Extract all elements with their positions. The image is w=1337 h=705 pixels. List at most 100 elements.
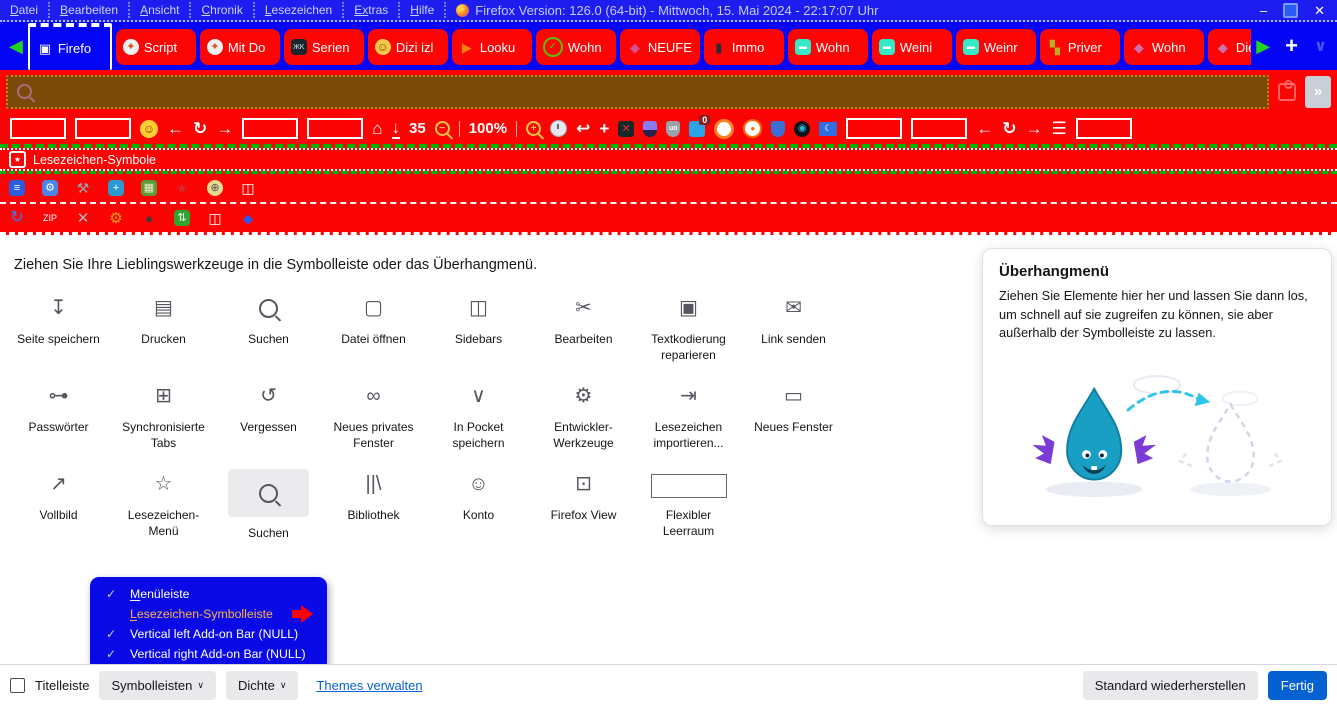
tool-print[interactable]: ▤Drucken xyxy=(111,293,216,363)
menu-hilfe[interactable]: Hilfe xyxy=(400,2,446,18)
tool-edit[interactable]: ✂Bearbeiten xyxy=(531,293,636,363)
duckduckgo-icon[interactable]: ● xyxy=(743,119,762,138)
tool-pocket[interactable]: ∨In Pocket speichern xyxy=(426,381,531,451)
menu-ansicht[interactable]: Ansicht xyxy=(130,2,191,18)
sidebar-icon[interactable]: ◫ xyxy=(207,210,223,226)
counter-badge-icon[interactable]: 0 xyxy=(689,121,705,137)
toolbar-input[interactable] xyxy=(10,118,66,139)
tool-new-window[interactable]: ▭Neues Fenster xyxy=(741,381,846,451)
tab-serien[interactable]: ЖKSerien xyxy=(284,29,364,65)
gem-icon[interactable]: ◆ xyxy=(240,210,256,226)
tool-email-link[interactable]: ✉Link senden xyxy=(741,293,846,363)
tab-wohn[interactable]: ◆Wohn xyxy=(1124,29,1204,65)
tool-firefox-view[interactable]: ⊡Firefox View xyxy=(531,469,636,542)
privacy-shield-icon[interactable] xyxy=(643,121,657,137)
context-menu-item-lesezeichen-symbolleiste[interactable]: Lesezeichen-Symbolleiste xyxy=(90,604,327,624)
toolbar-input[interactable] xyxy=(242,118,298,139)
tool-save-page[interactable]: ↧Seite speichern xyxy=(6,293,111,363)
reload-icon[interactable]: ↻ xyxy=(1002,120,1016,137)
tool-forget[interactable]: ↺Vergessen xyxy=(216,381,321,451)
globe-icon[interactable]: ⊕ xyxy=(207,180,223,196)
tool-synced-tabs[interactable]: ⊞Synchronisierte Tabs xyxy=(111,381,216,451)
maximize-button[interactable] xyxy=(1283,3,1298,18)
home-icon[interactable]: ⌂ xyxy=(372,120,382,137)
density-dropdown[interactable]: Dichte∨ xyxy=(226,671,298,700)
toolbar-input[interactable] xyxy=(307,118,363,139)
new-tab-button[interactable]: + xyxy=(1275,33,1308,59)
gear-icon[interactable]: ⚙ xyxy=(108,210,124,226)
tab-wohn[interactable]: ✓Wohn xyxy=(536,29,616,65)
tool-import-bookmarks[interactable]: ⇥Lesezeichen importieren... xyxy=(636,381,741,451)
scroll-tabs-left-icon[interactable]: ◀ xyxy=(4,36,28,57)
minimize-button[interactable]: – xyxy=(1260,4,1267,17)
list-all-tabs-icon[interactable]: ∨ xyxy=(1308,36,1333,56)
ublock-origin-icon[interactable]: uo xyxy=(666,121,680,137)
menu-icon[interactable]: ☰ xyxy=(1052,120,1067,137)
tab-weinr[interactable]: ▬Weinr xyxy=(956,29,1036,65)
plus-icon[interactable]: + xyxy=(599,120,609,137)
tool-bookmarks-menu[interactable]: ☆Lesezeichen-Menü xyxy=(111,469,216,542)
manage-themes-link[interactable]: Themes verwalten xyxy=(316,678,422,693)
toolbars-dropdown[interactable]: Symbolleisten∨ xyxy=(99,671,216,700)
tab-priver[interactable]: ▚Priver xyxy=(1040,29,1120,65)
menu-bearbeiten[interactable]: Bearbeiten xyxy=(50,2,130,18)
tab-mit-do[interactable]: ✦Mit Do xyxy=(200,29,280,65)
reload-icon[interactable]: ↻ xyxy=(193,120,207,137)
crossed-tools-icon[interactable]: ✕ xyxy=(75,210,91,226)
tool-private-window[interactable]: ∞Neues privates Fenster xyxy=(321,381,426,451)
window-settings-icon[interactable]: ⚙ xyxy=(42,180,58,196)
menu-lesezeichen[interactable]: Lesezeichen xyxy=(255,2,344,18)
tab-script[interactable]: ✦Script xyxy=(116,29,196,65)
darkreader-icon[interactable]: ☾ xyxy=(819,122,837,136)
vpn-shield-icon[interactable] xyxy=(771,121,785,137)
package-icon[interactable]: ⇅ xyxy=(174,210,190,226)
orange-ring-icon[interactable] xyxy=(714,119,734,139)
tab-die-pe[interactable]: ◆Die pe xyxy=(1208,29,1251,65)
context-menu-item-vertical-right-add-on-bar-null-[interactable]: ✓Vertical right Add-on Bar (NULL) xyxy=(90,644,327,664)
tab-dizi-izl[interactable]: ☺Dizi izl xyxy=(368,29,448,65)
toolbar-input[interactable] xyxy=(911,118,967,139)
emoji-face-icon[interactable]: ☺ xyxy=(140,120,158,138)
scroll-tabs-right-icon[interactable]: ▶ xyxy=(1251,36,1275,57)
done-button[interactable]: Fertig xyxy=(1268,671,1327,700)
back-icon[interactable]: ← xyxy=(976,120,993,137)
tab-neufe[interactable]: ◆NEUFE xyxy=(620,29,700,65)
sidebar-icon[interactable]: ◫ xyxy=(240,180,256,196)
tool-text-encoding[interactable]: ▣Textkodierung reparieren xyxy=(636,293,741,363)
forward-icon[interactable]: → xyxy=(216,120,233,137)
tool-open-file[interactable]: ▢Datei öffnen xyxy=(321,293,426,363)
sync-icon[interactable]: ↻ xyxy=(9,210,25,226)
tool-library[interactable]: ||\Bibliothek xyxy=(321,469,426,542)
extensions-puzzle-icon[interactable] xyxy=(1278,83,1296,101)
picture-icon[interactable]: ▦ xyxy=(141,180,157,196)
overflow-menu-panel[interactable]: Überhangmenü Ziehen Sie Elemente hier he… xyxy=(982,248,1332,526)
tab-wohn[interactable]: ▬Wohn xyxy=(788,29,868,65)
toolbar-input[interactable] xyxy=(1076,118,1132,139)
tab-looku[interactable]: ▶Looku xyxy=(452,29,532,65)
context-menu-item-vertical-left-add-on-bar-null-[interactable]: ✓Vertical left Add-on Bar (NULL) xyxy=(90,624,327,644)
zoom-out-icon[interactable] xyxy=(435,121,450,136)
sliders-icon[interactable]: ≡ xyxy=(9,180,25,196)
close-button[interactable]: ✕ xyxy=(1314,4,1325,17)
tab-weini[interactable]: ▬Weini xyxy=(872,29,952,65)
context-menu-item-menüleiste[interactable]: ✓Menüleiste xyxy=(90,584,327,604)
history-clock-icon[interactable] xyxy=(550,120,567,137)
tool-flexible-space[interactable]: Flexibler Leerraum xyxy=(636,469,741,542)
table-export-icon[interactable]: ✕ xyxy=(618,121,634,137)
restore-defaults-button[interactable]: Standard wiederherstellen xyxy=(1083,671,1258,700)
tool-passwords[interactable]: ⊶Passwörter xyxy=(6,381,111,451)
tool-developer-tools[interactable]: ⚙Entwickler-Werkzeuge xyxy=(531,381,636,451)
tool-search[interactable]: Suchen xyxy=(216,293,321,363)
overflow-menu-button[interactable]: » xyxy=(1305,76,1331,108)
zoom-in-icon[interactable] xyxy=(526,121,541,136)
wrench-icon[interactable]: ⚒ xyxy=(75,180,91,196)
toolbar-input[interactable] xyxy=(846,118,902,139)
toolbar-input[interactable] xyxy=(75,118,131,139)
forward-icon[interactable]: → xyxy=(1026,120,1043,137)
tool-search-placed[interactable]: Suchen xyxy=(216,469,321,542)
address-bar[interactable] xyxy=(6,75,1269,109)
tab-immo[interactable]: ▮Immo xyxy=(704,29,784,65)
spheres-icon[interactable]: ● xyxy=(141,210,157,226)
zip-icon[interactable]: ZIP xyxy=(42,210,58,226)
tool-sidebars[interactable]: ◫Sidebars xyxy=(426,293,531,363)
